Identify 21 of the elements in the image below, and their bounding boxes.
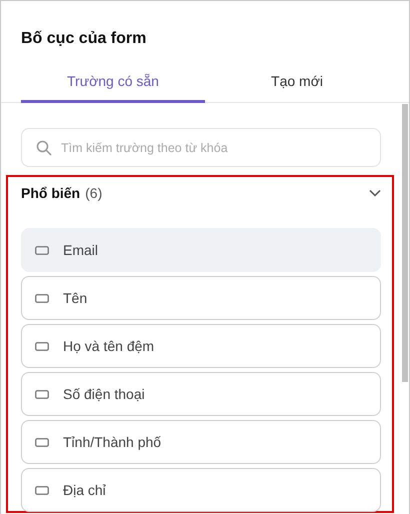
scrollbar-thumb[interactable] [402,104,408,382]
text-field-icon [35,390,49,398]
field-item[interactable]: Địa chỉ [21,468,381,512]
field-item[interactable]: Tên [21,276,381,320]
field-item[interactable]: Email [21,228,381,272]
text-field-icon [35,342,49,350]
search-field[interactable]: Tìm kiếm trường theo từ khóa [21,128,381,167]
panel-title: Bố cục của form [21,29,146,49]
text-field-icon [35,438,49,446]
chevron-icon[interactable] [369,189,381,197]
tab[interactable]: Trường có sẵn [21,63,205,103]
tab[interactable]: Tạo mới [205,63,389,103]
text-field-icon [35,246,49,254]
text-field-icon [35,486,49,494]
section-title: Phổ biến [21,184,80,202]
field-item[interactable]: Số điện thoại [21,372,381,416]
field-item[interactable]: Tỉnh/Thành phố [21,420,381,464]
section-count: (6) [85,184,102,203]
text-field-icon [35,294,49,302]
search-icon [36,140,52,156]
field-item[interactable]: Họ và tên đệm [21,324,381,368]
